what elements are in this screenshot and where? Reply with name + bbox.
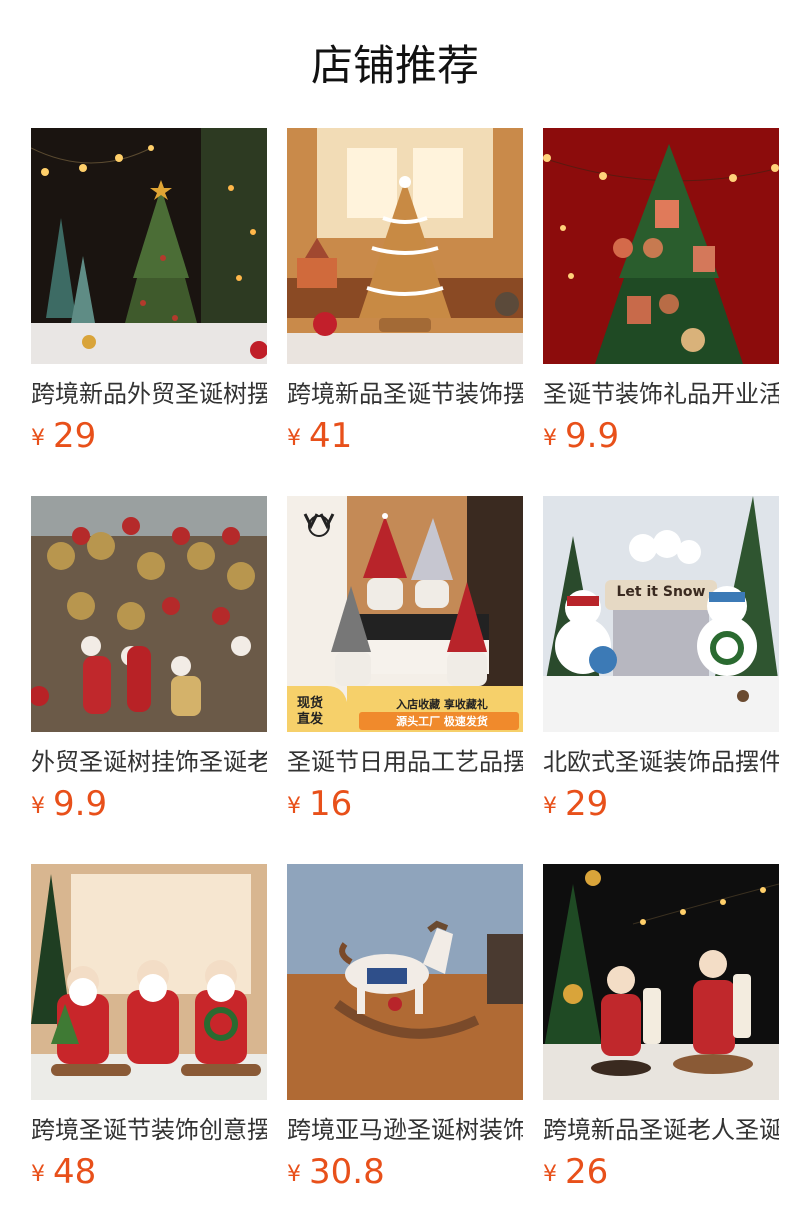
price-value: 41	[309, 416, 353, 456]
product-price: ¥9.9	[543, 414, 619, 458]
product-card[interactable]: Let it Snow 北欧式圣诞装饰品摆件 ¥29	[543, 496, 779, 826]
santa-scroll-image[interactable]	[543, 864, 779, 1100]
product-name[interactable]: 圣诞节日用品工艺品摆件	[287, 744, 523, 780]
currency-symbol: ¥	[543, 794, 557, 819]
gingerbread-tree-image[interactable]	[287, 128, 523, 364]
currency-symbol: ¥	[287, 1162, 301, 1187]
currency-symbol: ¥	[31, 794, 45, 819]
currency-symbol: ¥	[31, 426, 45, 451]
sign-text: Let it Snow	[616, 584, 706, 600]
price-value: 48	[53, 1152, 97, 1192]
snowman-figurines-image[interactable]: Let it Snow	[543, 496, 779, 732]
price-value: 30.8	[309, 1152, 385, 1192]
product-price: ¥29	[31, 414, 96, 458]
product-price: ¥16	[287, 782, 352, 826]
price-value: 29	[53, 416, 97, 456]
currency-symbol: ¥	[543, 426, 557, 451]
product-card[interactable]: 外贸圣诞树挂饰圣诞老人 ¥9.9	[31, 496, 267, 826]
product-name[interactable]: 跨境新品圣诞节装饰摆件	[287, 376, 523, 412]
product-name[interactable]: 圣诞节装饰礼品开业活动	[543, 376, 779, 412]
product-name[interactable]: 跨境圣诞节装饰创意摆件	[31, 1112, 267, 1148]
price-value: 26	[565, 1152, 609, 1192]
ceramic-christmas-tree-image[interactable]	[31, 128, 267, 364]
badge-left: 现货 直发	[297, 696, 324, 727]
product-name[interactable]: 跨境亚马逊圣诞树装饰	[287, 1112, 523, 1148]
product-name[interactable]: 跨境新品外贸圣诞树摆件	[31, 376, 267, 412]
product-card[interactable]: 跨境新品外贸圣诞树摆件 ¥29	[31, 128, 267, 458]
decorated-tree-red-wall-image[interactable]	[543, 128, 779, 364]
product-price: ¥9.9	[31, 782, 107, 826]
currency-symbol: ¥	[287, 794, 301, 819]
badge-right: 入店收藏 享收藏礼 源头工厂 极速发货	[396, 698, 488, 728]
price-value: 9.9	[565, 416, 620, 456]
product-card[interactable]: 跨境圣诞节装饰创意摆件 ¥48	[31, 864, 267, 1194]
page-title: 店铺推荐	[310, 41, 479, 90]
product-price: ¥29	[543, 782, 608, 826]
three-santas-image[interactable]	[31, 864, 267, 1100]
product-card[interactable]: 跨境新品圣诞节装饰摆件 ¥41	[287, 128, 523, 458]
price-value: 9.9	[53, 784, 108, 824]
product-name[interactable]: 北欧式圣诞装饰品摆件	[543, 744, 779, 780]
product-card[interactable]: 跨境新品圣诞老人圣诞 ¥26	[543, 864, 779, 1194]
product-card[interactable]: 圣诞节装饰礼品开业活动 ¥9.9	[543, 128, 779, 458]
product-name[interactable]: 跨境新品圣诞老人圣诞	[543, 1112, 779, 1148]
price-value: 29	[565, 784, 609, 824]
gnome-figurines-image[interactable]: 现货 直发 入店收藏 享收藏礼 源头工厂 极速发货	[287, 496, 523, 732]
product-card[interactable]: 跨境亚马逊圣诞树装饰 ¥30.8	[287, 864, 523, 1194]
currency-symbol: ¥	[287, 426, 301, 451]
product-price: ¥30.8	[287, 1150, 385, 1194]
product-price: ¥26	[543, 1150, 608, 1194]
currency-symbol: ¥	[31, 1162, 45, 1187]
currency-symbol: ¥	[543, 1162, 557, 1187]
price-value: 16	[309, 784, 353, 824]
santa-figurines-pile-image[interactable]	[31, 496, 267, 732]
product-name[interactable]: 外贸圣诞树挂饰圣诞老人	[31, 744, 267, 780]
product-price: ¥48	[31, 1150, 96, 1194]
product-card[interactable]: 现货 直发 入店收藏 享收藏礼 源头工厂 极速发货 圣诞节日用品工艺品摆件 ¥1…	[287, 496, 523, 826]
rocking-horse-image[interactable]	[287, 864, 523, 1100]
product-price: ¥41	[287, 414, 352, 458]
